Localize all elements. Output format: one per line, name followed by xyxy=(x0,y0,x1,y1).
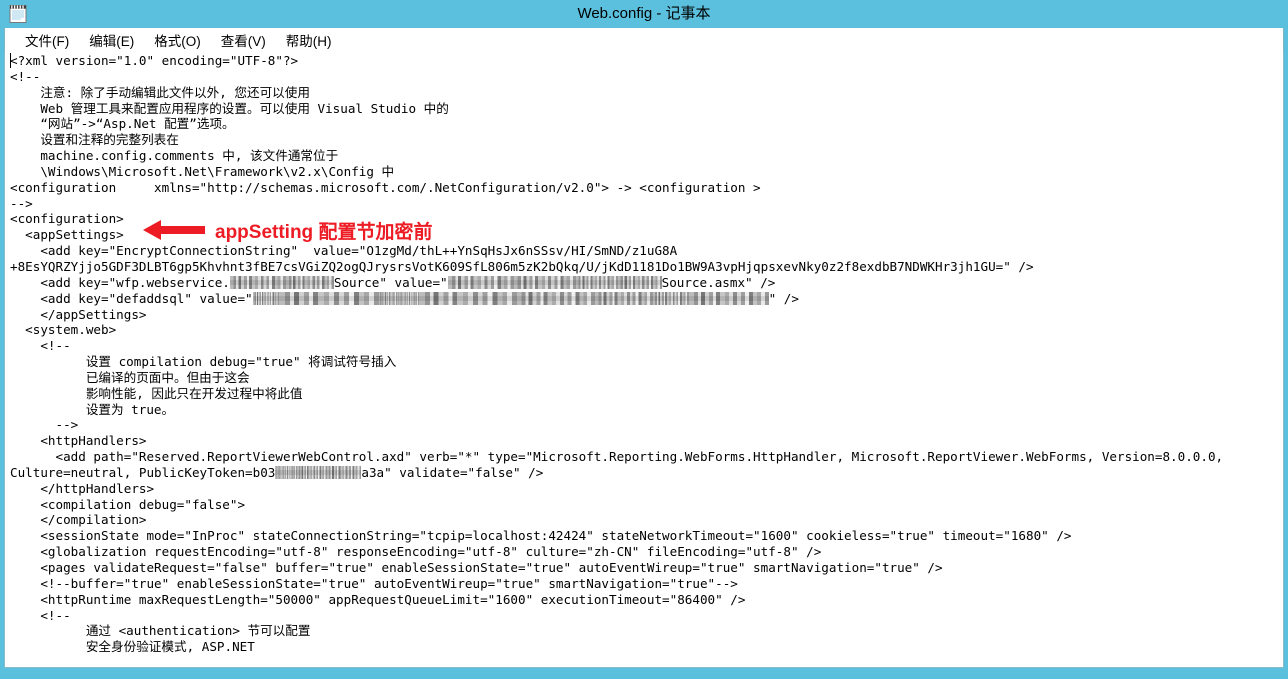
menu-view[interactable]: 查看(V) xyxy=(211,28,276,52)
window-title: Web.config - 记事本 xyxy=(577,5,711,22)
redacted-block xyxy=(297,465,328,479)
redacted-block xyxy=(275,465,298,479)
redacted-block xyxy=(278,291,379,305)
text-editor-area[interactable]: <?xml version="1.0" encoding="UTF-8"?> <… xyxy=(4,51,1284,668)
redacted-block xyxy=(418,291,517,305)
menu-file[interactable]: 文件(F) xyxy=(15,28,79,52)
redacted-block xyxy=(396,291,419,305)
redacted-block xyxy=(688,291,769,305)
redacted-block xyxy=(447,275,514,289)
redacted-block xyxy=(285,275,334,289)
menu-help[interactable]: 帮助(H) xyxy=(276,28,342,52)
redacted-block xyxy=(575,275,618,289)
notepad-window: Web.config - 记事本 文件(F) 编辑(E) 格式(O) 查看(V)… xyxy=(0,0,1288,679)
redacted-block xyxy=(513,275,576,289)
redacted-block xyxy=(378,291,397,305)
redacted-block xyxy=(327,465,362,479)
redacted-block xyxy=(252,291,279,305)
menu-edit[interactable]: 编辑(E) xyxy=(79,28,144,52)
redacted-block xyxy=(652,291,689,305)
menu-bar: 文件(F) 编辑(E) 格式(O) 查看(V) 帮助(H) xyxy=(4,28,1284,51)
config-file-content[interactable]: <?xml version="1.0" encoding="UTF-8"?> <… xyxy=(5,51,1283,655)
title-bar[interactable]: Web.config - 记事本 xyxy=(0,0,1288,28)
redacted-block xyxy=(516,291,595,305)
redacted-block xyxy=(617,275,662,289)
menu-format[interactable]: 格式(O) xyxy=(144,28,211,52)
redacted-block xyxy=(229,275,286,289)
redacted-block xyxy=(594,291,653,305)
text-caret xyxy=(10,53,11,68)
